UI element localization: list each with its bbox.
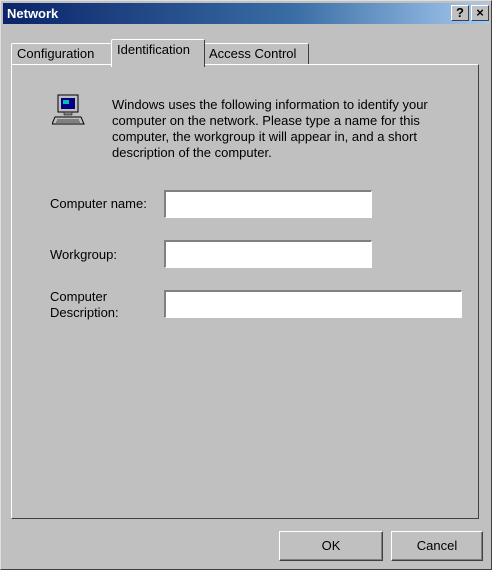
- tab-access-control[interactable]: Access Control: [203, 43, 309, 65]
- close-button[interactable]: ×: [471, 5, 489, 21]
- tab-configuration[interactable]: Configuration: [11, 43, 113, 65]
- computer-name-label: Computer name:: [50, 196, 147, 211]
- title-bar: Network ? ×: [3, 3, 489, 24]
- identification-description: Windows uses the following information t…: [112, 97, 428, 160]
- tab-identification[interactable]: Identification: [111, 39, 205, 67]
- network-dialog: Network ? × Configuration Identification…: [0, 0, 492, 570]
- ok-button[interactable]: OK: [279, 531, 383, 561]
- computer-description-input[interactable]: [164, 290, 462, 318]
- cancel-button[interactable]: Cancel: [391, 531, 483, 561]
- computer-icon: [52, 94, 85, 125]
- window-title: Network: [7, 6, 59, 21]
- computer-name-input[interactable]: [164, 190, 372, 218]
- identification-panel: Windows uses the following information t…: [11, 64, 479, 519]
- workgroup-input[interactable]: [164, 240, 372, 268]
- help-button[interactable]: ?: [451, 5, 469, 21]
- computer-description-label: Computer Description:: [50, 289, 119, 320]
- workgroup-label: Workgroup:: [50, 247, 117, 262]
